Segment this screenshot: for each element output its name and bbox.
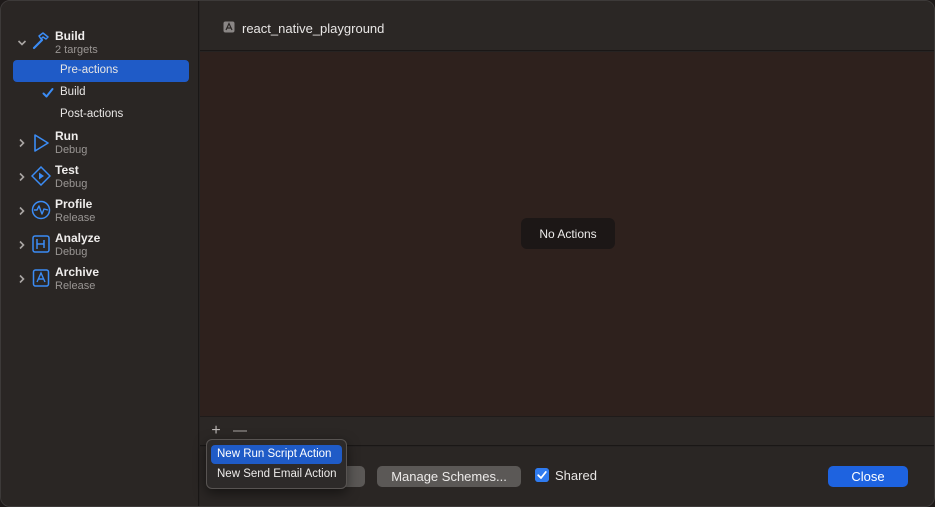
- chevron-right-icon[interactable]: [16, 273, 28, 285]
- phase-subtitle-archive: Release: [55, 280, 96, 292]
- sidebar-item-label: Post-actions: [60, 108, 124, 120]
- app-icon: [223, 21, 235, 33]
- menu-item-new-send-email-action[interactable]: New Send Email Action: [211, 465, 342, 484]
- sidebar-phase-analyze[interactable]: Analyze Debug: [1, 231, 199, 261]
- test-diamond-icon: [31, 166, 51, 186]
- phase-subtitle-profile: Release: [55, 212, 96, 224]
- chevron-right-icon[interactable]: [16, 205, 28, 217]
- phase-subtitle-test: Debug: [55, 178, 88, 190]
- sidebar-phase-build[interactable]: Build 2 targets: [1, 27, 199, 57]
- sidebar-item-label: Pre-actions: [60, 64, 119, 76]
- empty-state-message: No Actions: [521, 218, 615, 249]
- sidebar-phase-run[interactable]: Run Debug: [1, 129, 199, 159]
- hammer-icon: [32, 32, 49, 50]
- waveform-icon: [31, 200, 51, 220]
- target-title: react_native_playground: [242, 21, 385, 36]
- analyze-icon: [32, 235, 50, 253]
- sidebar-item-label: Build: [60, 86, 86, 98]
- chevron-right-icon[interactable]: [16, 171, 28, 183]
- phase-title-profile: Profile: [55, 197, 93, 211]
- close-button[interactable]: Close: [828, 466, 908, 487]
- sidebar-item-build[interactable]: Build: [13, 82, 189, 104]
- shared-label: Shared: [555, 468, 597, 483]
- play-icon: [34, 134, 49, 152]
- checkmark-icon: [42, 88, 54, 98]
- phase-title-analyze: Analyze: [55, 231, 101, 245]
- actions-list: No Actions: [200, 52, 934, 416]
- scheme-sidebar: Build 2 targets Pre-actions Build Post-a…: [1, 1, 199, 506]
- phase-subtitle-analyze: Debug: [55, 246, 88, 258]
- scheme-editor-window: Build 2 targets Pre-actions Build Post-a…: [0, 0, 935, 507]
- phase-subtitle-build: 2 targets: [55, 44, 98, 56]
- chevron-right-icon[interactable]: [16, 239, 28, 251]
- chevron-down-icon[interactable]: [16, 37, 28, 49]
- sidebar-phase-test[interactable]: Test Debug: [1, 163, 199, 193]
- phase-title-build: Build: [55, 29, 85, 43]
- manage-schemes-button[interactable]: Manage Schemes...: [377, 466, 521, 487]
- minus-icon[interactable]: [233, 430, 247, 432]
- sidebar-item-pre-actions[interactable]: Pre-actions: [13, 60, 189, 82]
- target-header: react_native_playground: [200, 1, 934, 51]
- chevron-right-icon[interactable]: [16, 137, 28, 149]
- sidebar-phase-archive[interactable]: Archive Release: [1, 265, 199, 295]
- sidebar-phase-profile[interactable]: Profile Release: [1, 197, 199, 227]
- menu-item-new-run-script-action[interactable]: New Run Script Action: [211, 445, 342, 464]
- phase-title-test: Test: [55, 163, 79, 177]
- add-action-menu: New Run Script Action New Send Email Act…: [206, 439, 347, 489]
- plus-icon[interactable]: +: [208, 423, 224, 439]
- archive-icon: [32, 269, 50, 287]
- phase-title-archive: Archive: [55, 265, 100, 279]
- sidebar-item-post-actions[interactable]: Post-actions: [13, 104, 189, 126]
- phase-subtitle-run: Debug: [55, 144, 88, 156]
- checkbox-checked-icon[interactable]: [535, 468, 549, 482]
- phase-title-run: Run: [55, 129, 79, 143]
